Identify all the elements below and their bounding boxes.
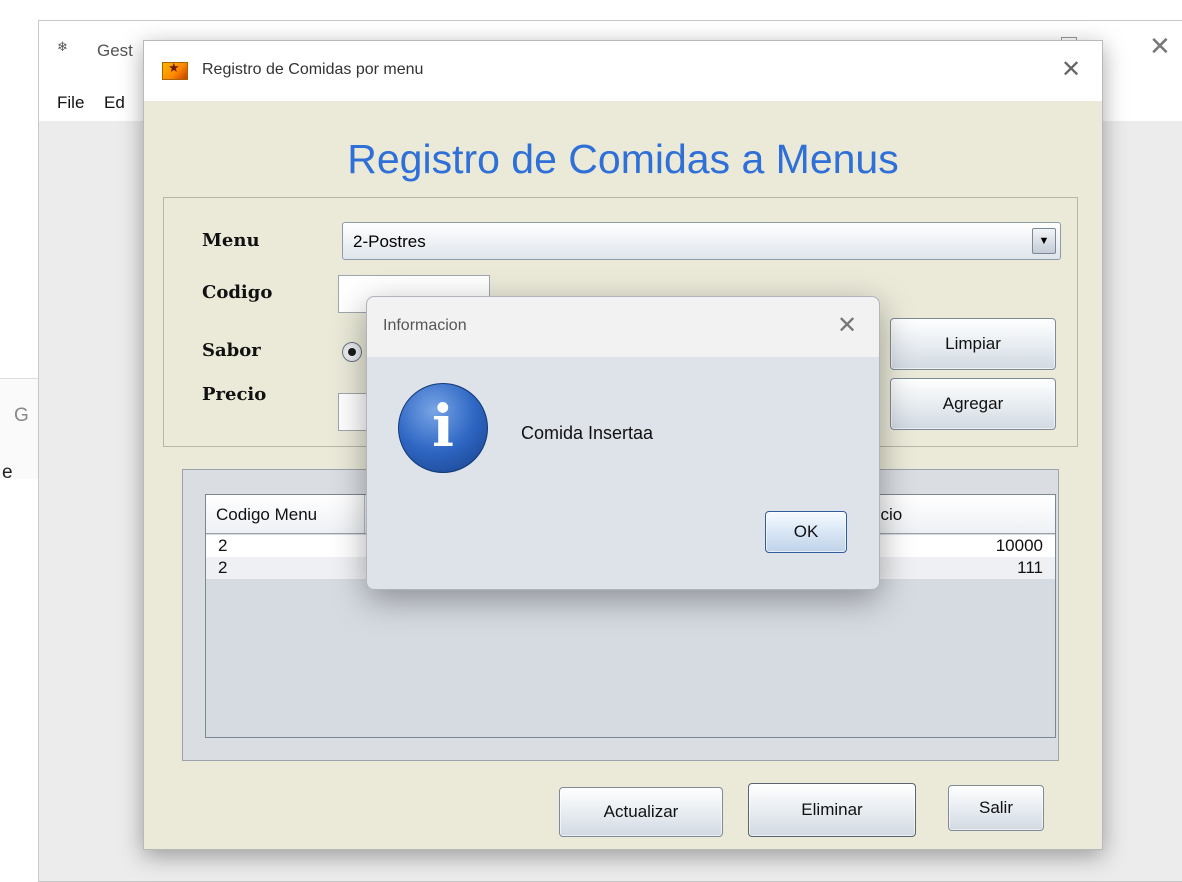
column-header-precio[interactable]: ecio [865,495,1055,533]
menu-label: Menu [202,230,260,251]
salir-button[interactable]: Salir [948,785,1044,831]
menu-select[interactable]: 2-Postres ▼ [342,222,1061,260]
eliminar-button[interactable]: Eliminar [748,783,916,837]
cell-codigo-menu: 2 [218,536,228,555]
cell-codigo-menu: 2 [218,558,228,577]
column-header-codigo-menu[interactable]: Codigo Menu [206,495,365,533]
main-window-title: Gest [97,41,133,60]
info-dialog-title: Informacion [383,317,467,334]
dialog-app-icon [162,60,188,80]
agregar-button[interactable]: Agregar [890,378,1056,430]
background-label-fragment: G [14,405,29,426]
dialog-title: Registro de Comidas por menu [202,61,424,78]
ok-button[interactable]: OK [765,511,847,553]
chevron-down-icon[interactable]: ▼ [1032,228,1056,254]
menu-edit[interactable]: Ed [104,93,125,113]
main-window-close-icon[interactable]: ✕ [1149,31,1171,62]
info-dialog: Informacion ✕ i Comida Insertaa OK [366,296,880,590]
dialog-close-icon[interactable]: ✕ [1061,55,1081,84]
sabor-radio[interactable] [342,342,362,362]
precio-label: Precio [202,384,267,405]
info-icon-glyph: i [431,392,455,460]
page-title: Registro de Comidas a Menus [347,136,899,182]
info-dialog-close-icon[interactable]: ✕ [837,311,857,340]
actualizar-button[interactable]: Actualizar [559,787,723,837]
limpiar-button[interactable]: Limpiar [890,318,1056,370]
cell-precio: 111 [1017,558,1043,577]
dialog-titlebar: Registro de Comidas por menu ✕ [144,41,1102,101]
sabor-label: Sabor [202,340,261,361]
app-icon: ❄ [57,39,68,54]
info-icon: i [398,383,488,473]
menu-file[interactable]: File [57,93,84,113]
info-dialog-titlebar: Informacion ✕ [367,297,879,357]
menu-select-value: 2-Postres [353,232,426,251]
codigo-label: Codigo [202,282,273,303]
info-message: Comida Insertaa [521,423,654,443]
cell-precio: 10000 [995,536,1043,555]
background-label-fragment: e [2,462,13,483]
